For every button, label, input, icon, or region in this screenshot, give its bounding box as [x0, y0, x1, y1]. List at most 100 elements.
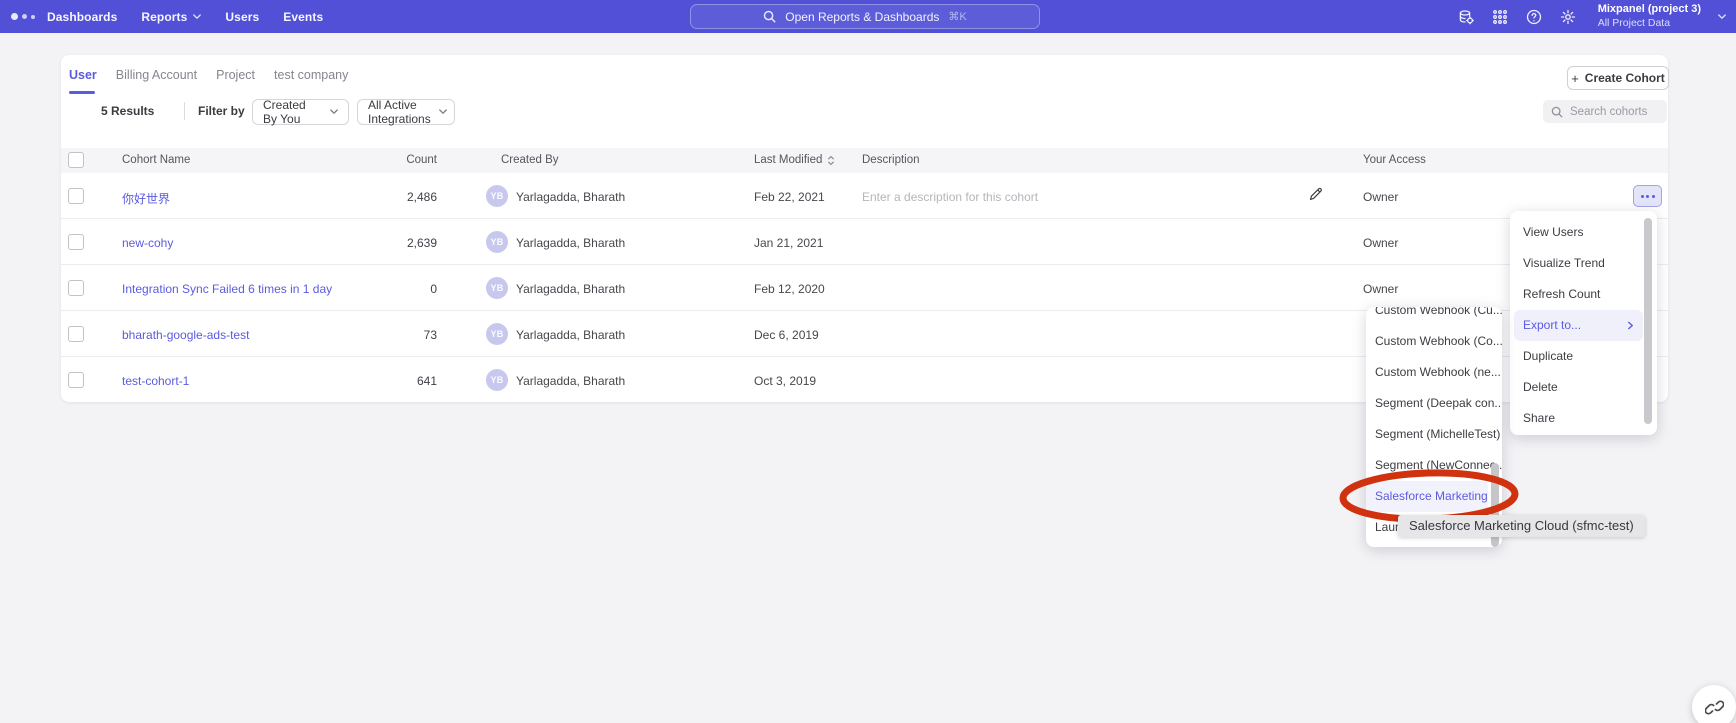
- nav-dashboards[interactable]: Dashboards: [47, 10, 117, 24]
- header-cohort-name: Cohort Name: [122, 154, 190, 166]
- header-description: Description: [862, 154, 920, 166]
- menu-item-refresh-count[interactable]: Refresh Count: [1510, 279, 1657, 310]
- cohort-name-link[interactable]: bharath-google-ads-test: [122, 328, 249, 342]
- select-all-checkbox[interactable]: [68, 152, 84, 168]
- last-modified-date: Feb 12, 2020: [754, 282, 825, 296]
- nav-reports-label: Reports: [141, 10, 187, 24]
- navbar-right: Mixpanel (project 3) All Project Data: [1458, 0, 1726, 33]
- menu-item-export-to-label: Export to...: [1523, 318, 1581, 332]
- created-by-filter-dropdown[interactable]: Created By You: [252, 99, 349, 125]
- last-modified-date: Oct 3, 2019: [754, 374, 816, 388]
- row-actions-menu-button[interactable]: [1633, 185, 1662, 207]
- avatar: YB: [486, 277, 508, 299]
- submenu-item-segment-1[interactable]: Segment (Deepak con...: [1366, 388, 1502, 419]
- divider: [184, 102, 185, 120]
- project-switcher[interactable]: Mixpanel (project 3) All Project Data: [1598, 3, 1701, 30]
- search-shortcut: ⌘K: [948, 10, 966, 23]
- submenu-item-custom-webhook-1[interactable]: Custom Webhook (Cu...: [1366, 307, 1502, 326]
- menu-item-export-to[interactable]: Export to...: [1514, 310, 1643, 341]
- menu-scrollbar[interactable]: [1644, 218, 1652, 424]
- submenu-item-salesforce-marketing-cloud[interactable]: Salesforce Marketing C...: [1366, 481, 1488, 512]
- cohort-name-link[interactable]: Integration Sync Failed 6 times in 1 day: [122, 282, 332, 296]
- access-level: Owner: [1363, 190, 1398, 204]
- global-search-placeholder: Open Reports & Dashboards: [785, 10, 939, 24]
- row-checkbox[interactable]: [68, 326, 84, 342]
- table-row: Integration Sync Failed 6 times in 1 day…: [61, 265, 1668, 311]
- created-by-filter-label: Created By You: [263, 98, 322, 126]
- nav-users[interactable]: Users: [225, 10, 259, 24]
- creator-name: Yarlagadda, Bharath: [516, 190, 625, 204]
- cohort-count: 2,639: [361, 236, 437, 250]
- chevron-down-icon: [330, 108, 338, 116]
- mixpanel-cohorts-page: Dashboards Reports Users Events Open Rep…: [0, 0, 1736, 723]
- access-level: Owner: [1363, 282, 1398, 296]
- tab-billing-account[interactable]: Billing Account: [116, 68, 197, 94]
- menu-item-share[interactable]: Share: [1510, 403, 1657, 434]
- sort-icon: [827, 155, 835, 166]
- menu-item-delete[interactable]: Delete: [1510, 372, 1657, 403]
- cohort-name-link[interactable]: new-cohy: [122, 236, 173, 250]
- create-cohort-button[interactable]: + Create Cohort: [1567, 66, 1669, 90]
- submenu-item-custom-webhook-3[interactable]: Custom Webhook (ne...: [1366, 357, 1502, 388]
- apps-grid-icon[interactable]: [1492, 8, 1509, 25]
- row-checkbox[interactable]: [68, 280, 84, 296]
- menu-item-duplicate[interactable]: Duplicate: [1510, 341, 1657, 372]
- avatar: YB: [486, 231, 508, 253]
- tab-project[interactable]: Project: [216, 68, 255, 94]
- plus-icon: +: [1571, 71, 1579, 86]
- creator-name: Yarlagadda, Bharath: [516, 282, 625, 296]
- description-input[interactable]: Enter a description for this cohort: [862, 190, 1038, 204]
- tab-test-company[interactable]: test company: [274, 68, 348, 94]
- submenu-item-segment-3[interactable]: Segment (NewConnec...: [1366, 450, 1502, 481]
- chevron-right-icon: [1627, 321, 1634, 330]
- submenu-item-segment-2[interactable]: Segment (MichelleTest): [1366, 419, 1502, 450]
- edit-pencil-icon[interactable]: [1308, 186, 1324, 202]
- row-checkbox[interactable]: [68, 188, 84, 204]
- menu-item-view-users[interactable]: View Users: [1510, 217, 1657, 248]
- header-last-modified-label: Last Modified: [754, 154, 822, 166]
- workspace-logo-icon[interactable]: [11, 13, 45, 20]
- tab-user[interactable]: User: [69, 68, 97, 94]
- cohort-count: 2,486: [361, 190, 437, 204]
- creator-name: Yarlagadda, Bharath: [516, 236, 625, 250]
- chevron-down-icon: [439, 108, 447, 116]
- header-your-access: Your Access: [1363, 154, 1426, 166]
- avatar: YB: [486, 323, 508, 345]
- global-search-bar[interactable]: Open Reports & Dashboards ⌘K: [690, 4, 1040, 29]
- help-icon[interactable]: [1526, 8, 1543, 25]
- submenu-item-custom-webhook-2[interactable]: Custom Webhook (Co...: [1366, 326, 1502, 357]
- integrations-filter-label: All Active Integrations: [368, 98, 431, 126]
- access-level: Owner: [1363, 236, 1398, 250]
- integrations-filter-dropdown[interactable]: All Active Integrations: [357, 99, 455, 125]
- menu-item-visualize-trend[interactable]: Visualize Trend: [1510, 248, 1657, 279]
- row-checkbox[interactable]: [68, 234, 84, 250]
- nav-reports[interactable]: Reports: [141, 10, 201, 24]
- cohort-name-link[interactable]: test-cohort-1: [122, 374, 189, 388]
- header-last-modified[interactable]: Last Modified: [754, 154, 835, 166]
- search-cohorts-placeholder: Search cohorts: [1570, 106, 1647, 118]
- search-cohorts-input[interactable]: Search cohorts: [1543, 100, 1667, 123]
- settings-gear-icon[interactable]: [1560, 8, 1577, 25]
- last-modified-date: Jan 21, 2021: [754, 236, 823, 250]
- search-icon: [1551, 106, 1563, 118]
- data-management-icon[interactable]: [1458, 8, 1475, 25]
- header-created-by: Created By: [501, 154, 559, 166]
- table-row: 你好世界 2,486 YB Yarlagadda, Bharath Feb 22…: [61, 173, 1668, 219]
- export-submenu: Custom Webhook (Cu... Custom Webhook (Co…: [1366, 307, 1502, 547]
- cohort-name-link[interactable]: 你好世界: [122, 190, 170, 207]
- last-modified-date: Dec 6, 2019: [754, 328, 819, 342]
- nav-links: Dashboards Reports Users Events: [47, 10, 323, 24]
- filter-row: 5 Results Filter by Created By You All A…: [61, 99, 1668, 125]
- creator-name: Yarlagadda, Bharath: [516, 374, 625, 388]
- project-name: Mixpanel (project 3): [1598, 3, 1701, 17]
- chevron-down-icon: [193, 13, 201, 21]
- nav-events[interactable]: Events: [283, 10, 323, 24]
- creator-name: Yarlagadda, Bharath: [516, 328, 625, 342]
- row-checkbox[interactable]: [68, 372, 84, 388]
- last-modified-date: Feb 22, 2021: [754, 190, 825, 204]
- cohort-count: 641: [361, 374, 437, 388]
- cohort-count: 0: [361, 282, 437, 296]
- cohort-tabs: User Billing Account Project test compan…: [69, 68, 348, 94]
- filter-by-label: Filter by: [198, 104, 245, 118]
- floating-action-button[interactable]: [1692, 685, 1736, 723]
